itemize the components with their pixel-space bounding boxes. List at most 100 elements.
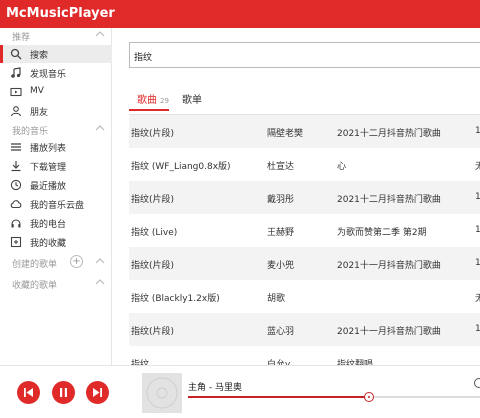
sidebar-item-label: 我的收藏	[30, 239, 67, 249]
section-label: 创建的歌单	[12, 260, 58, 270]
sidebar-item-downloads[interactable]: 下载管理	[0, 157, 112, 175]
song-album[interactable]: 2021十一月抖音热门歌曲	[337, 258, 441, 271]
download-icon	[10, 160, 22, 172]
progress-fill	[188, 396, 369, 398]
video-icon	[10, 86, 22, 98]
player-bar: 主角 - 马里奥	[0, 365, 480, 418]
section-label: 我的音乐	[12, 127, 49, 137]
table-row[interactable]: 指纹(片段) 蓝心羽 2021十一月抖音热门歌曲 1	[129, 313, 480, 346]
song-album[interactable]: 心	[337, 159, 346, 172]
section-created-playlists[interactable]: 创建的歌单 +	[0, 255, 112, 271]
song-artist[interactable]: 胡歌	[267, 291, 285, 304]
section-label: 推荐	[12, 33, 31, 43]
title-bar: McMusicPlayer	[0, 0, 480, 28]
song-title: 指纹(片段)	[131, 327, 175, 337]
section-my-music[interactable]: 我的音乐	[0, 122, 112, 138]
sidebar-item-mv[interactable]: MV	[0, 83, 112, 101]
sidebar-item-label: 搜索	[30, 51, 49, 61]
song-extra: 无	[475, 162, 480, 172]
search-icon	[10, 48, 22, 60]
table-row[interactable]: 指纹 (Blackly1.2x版) 胡歌 无	[129, 280, 480, 313]
tab-playlists[interactable]: 歌单	[182, 91, 202, 106]
section-label: 收藏的歌单	[12, 281, 58, 291]
progress-handle[interactable]	[364, 392, 374, 402]
table-row[interactable]: 指纹 白允y 指纹翻唱	[129, 346, 480, 365]
sidebar-item-friends[interactable]: 朋友	[0, 102, 112, 120]
table-row[interactable]: 指纹 (WF_Liang0.8x版) 杜宣达 心 无	[129, 148, 480, 181]
volume-icon[interactable]	[474, 378, 480, 388]
song-artist[interactable]: 蓝心羽	[267, 324, 294, 337]
radio-icon	[10, 217, 22, 229]
tab-label: 歌曲	[137, 95, 157, 106]
user-icon	[10, 105, 22, 117]
song-title: 指纹(片段)	[131, 261, 175, 271]
chevron-up-icon[interactable]	[95, 257, 105, 268]
sidebar-item-playlist[interactable]: 播放列表	[0, 138, 112, 156]
song-album[interactable]: 2021十二月抖音热门歌曲	[337, 126, 441, 139]
song-artist[interactable]: 戴羽彤	[267, 192, 294, 205]
active-tab-indicator	[129, 109, 169, 111]
tab-songs[interactable]: 歌曲 29	[137, 91, 169, 106]
section-collected-playlists[interactable]: 收藏的歌单	[0, 276, 112, 292]
chevron-up-icon[interactable]	[95, 124, 105, 135]
skip-next-icon	[93, 388, 102, 397]
music-note-icon	[10, 67, 22, 79]
sidebar-item-label: 下载管理	[30, 163, 67, 173]
disc-icon	[146, 377, 178, 409]
search-query: 指纹	[134, 53, 153, 63]
add-playlist-button[interactable]: +	[70, 255, 83, 268]
progress-slider[interactable]	[188, 392, 480, 402]
sidebar-item-cloud[interactable]: 我的音乐云盘	[0, 195, 112, 213]
song-title: 指纹 (WF_Liang0.8x版)	[131, 162, 231, 172]
sidebar-item-radio[interactable]: 我的电台	[0, 214, 112, 232]
song-extra: 1	[475, 126, 480, 136]
app-title: McMusicPlayer	[6, 6, 115, 21]
skip-previous-icon	[24, 388, 33, 397]
pause-icon	[60, 388, 67, 397]
sidebar-item-label: 我的音乐云盘	[30, 201, 85, 211]
song-artist[interactable]: 杜宣达	[267, 159, 294, 172]
section-recommend[interactable]: 推荐	[0, 28, 112, 44]
pause-button[interactable]	[52, 381, 75, 404]
main-content: 指纹 歌曲 29 歌单 指纹(片段) 隔壁老樊 2021十二月抖音热门歌曲 1 指…	[112, 28, 480, 365]
song-artist[interactable]: 王赫野	[267, 225, 294, 238]
sidebar-item-label: MV	[30, 86, 44, 96]
song-title: 指纹	[131, 360, 150, 365]
chevron-up-icon[interactable]	[95, 30, 105, 41]
table-row[interactable]: 指纹(片段) 隔壁老樊 2021十二月抖音热门歌曲 1	[129, 115, 480, 148]
song-extra: 1	[475, 258, 480, 268]
search-input[interactable]: 指纹	[129, 42, 480, 68]
sidebar-item-label: 发现音乐	[30, 70, 67, 80]
results-table: 指纹(片段) 隔壁老樊 2021十二月抖音热门歌曲 1 指纹 (WF_Liang…	[129, 115, 480, 365]
collection-icon	[10, 236, 22, 248]
previous-button[interactable]	[17, 381, 40, 404]
song-album[interactable]: 为歌而赞第二季 第2期	[337, 225, 427, 238]
playlist-icon	[10, 141, 22, 153]
chevron-up-icon[interactable]	[95, 278, 105, 289]
sidebar-item-recent[interactable]: 最近播放	[0, 176, 112, 194]
album-cover[interactable]	[142, 373, 182, 413]
sidebar-item-collection[interactable]: 我的收藏	[0, 233, 112, 251]
song-title: 指纹(片段)	[131, 195, 175, 205]
song-album[interactable]: 指纹翻唱	[337, 357, 373, 365]
table-row[interactable]: 指纹(片段) 戴羽彤 2021十二月抖音热门歌曲 1	[129, 181, 480, 214]
sidebar-item-search[interactable]: 搜索	[0, 45, 112, 63]
result-tabs: 歌曲 29 歌单	[129, 85, 480, 115]
sidebar: 推荐 搜索 发现音乐 MV 朋友 我的音乐 播放列表 下载管理 最近播放 我的音…	[0, 28, 112, 365]
table-row[interactable]: 指纹 (Live) 王赫野 为歌而赞第二季 第2期 1	[129, 214, 480, 247]
song-artist[interactable]: 隔壁老樊	[267, 126, 303, 139]
sidebar-item-label: 播放列表	[30, 144, 67, 154]
table-row[interactable]: 指纹(片段) 麦小兜 2021十一月抖音热门歌曲 1	[129, 247, 480, 280]
song-album[interactable]: 2021十二月抖音热门歌曲	[337, 192, 441, 205]
song-artist[interactable]: 麦小兜	[267, 258, 294, 271]
sidebar-item-discover[interactable]: 发现音乐	[0, 64, 112, 82]
song-extra: 无	[475, 294, 480, 304]
tab-count: 29	[160, 97, 169, 105]
song-album[interactable]: 2021十一月抖音热门歌曲	[337, 324, 441, 337]
song-title: 指纹 (Live)	[131, 228, 178, 238]
song-artist[interactable]: 白允y	[267, 357, 290, 365]
cloud-icon	[10, 198, 22, 210]
next-button[interactable]	[86, 381, 109, 404]
song-extra: 1	[475, 324, 480, 334]
now-playing-title: 主角 - 马里奥	[188, 383, 242, 393]
